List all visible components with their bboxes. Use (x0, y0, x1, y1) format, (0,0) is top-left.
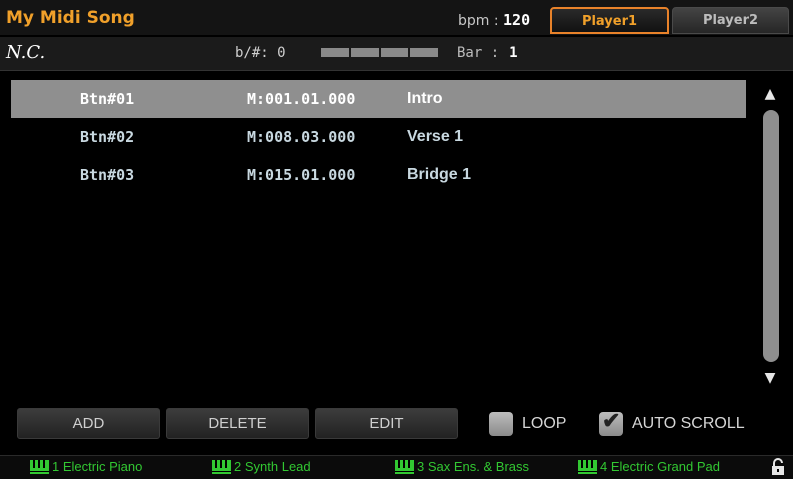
track-name: Electric Piano (62, 459, 143, 474)
track-strip: 1 Electric Piano 2 Synth Lead 3 Sax Ens.… (0, 455, 793, 479)
track-number: 2 (234, 459, 242, 474)
keyboard-icon (578, 459, 597, 474)
marker-row[interactable]: Btn#01 M:001.01.000 Intro (11, 80, 746, 118)
track-number: 1 (52, 459, 60, 474)
bpm-label: bpm : (458, 13, 499, 29)
bar-counter: Bar : 1 (457, 45, 518, 61)
keyboard-icon (30, 459, 49, 474)
marker-row[interactable]: Btn#03 M:015.01.000 Bridge 1 (11, 156, 746, 194)
track-name: Sax Ens. & Brass (427, 459, 530, 474)
beat-meter (321, 48, 438, 57)
marker-name: Bridge 1 (407, 166, 472, 183)
track-name: Electric Grand Pad (610, 459, 720, 474)
marker-position: M:001.01.000 (247, 90, 356, 108)
song-title: My Midi Song (6, 8, 135, 28)
marker-position: M:015.01.000 (247, 166, 356, 184)
track-slot-3[interactable]: 3 Sax Ens. & Brass (395, 459, 529, 474)
track-slot-2[interactable]: 2 Synth Lead (212, 459, 311, 474)
scrollbar-thumb[interactable] (763, 110, 779, 362)
auto-scroll-checkbox[interactable]: ✔ AUTO SCROLL (599, 408, 745, 438)
beat-segment (321, 48, 349, 57)
tab-player2[interactable]: Player2 (672, 7, 789, 34)
marker-name: Verse 1 (407, 128, 464, 145)
scroll-down-icon[interactable]: ▼ (761, 370, 779, 386)
lock-icon[interactable] (769, 458, 787, 476)
loop-checkbox[interactable]: LOOP (489, 410, 566, 438)
loop-checkbox-box[interactable] (489, 412, 513, 436)
checkmark-icon: ✔ (602, 408, 621, 433)
marker-button: Btn#02 (80, 128, 135, 146)
tab-player1[interactable]: Player1 (550, 7, 669, 34)
add-button[interactable]: ADD (17, 408, 160, 439)
loop-label: LOOP (522, 415, 567, 432)
track-name: Synth Lead (244, 459, 311, 474)
marker-button: Btn#03 (80, 166, 135, 184)
scroll-up-icon[interactable]: ▲ (761, 86, 779, 102)
bar-label: Bar : (457, 45, 500, 61)
chord-display: N.C. (6, 42, 46, 63)
track-number: 3 (417, 459, 425, 474)
marker-row[interactable]: Btn#02 M:008.03.000 Verse 1 (11, 118, 746, 156)
marker-list: Btn#01 M:001.01.000 Intro Btn#02 M:008.0… (11, 80, 746, 390)
status-bar: N.C. b/#: 0 Bar : 1 (0, 37, 793, 71)
title-bar: My Midi Song bpm : 120 Player1 Player2 (0, 0, 793, 35)
track-number: 4 (600, 459, 608, 474)
track-slot-1[interactable]: 1 Electric Piano (30, 459, 142, 474)
beat-segment (380, 48, 409, 57)
beat-segment (350, 48, 379, 57)
marker-button: Btn#01 (80, 90, 135, 108)
list-scrollbar[interactable]: ▲ ▼ (757, 80, 784, 392)
edit-button[interactable]: EDIT (315, 408, 458, 439)
transpose-display[interactable]: b/#: 0 (235, 45, 286, 61)
keyboard-icon (212, 459, 231, 474)
tempo-display[interactable]: bpm : 120 (458, 11, 530, 29)
marker-name: Intro (407, 90, 443, 107)
marker-position: M:008.03.000 (247, 128, 356, 146)
delete-button[interactable]: DELETE (166, 408, 309, 439)
bar-value: 1 (509, 45, 518, 61)
auto-scroll-checkbox-box[interactable]: ✔ (599, 408, 623, 436)
beat-segment (410, 48, 438, 57)
bpm-value: 120 (503, 11, 531, 29)
keyboard-icon (395, 459, 414, 474)
track-slot-4[interactable]: 4 Electric Grand Pad (578, 459, 720, 474)
auto-scroll-label: AUTO SCROLL (632, 415, 745, 432)
